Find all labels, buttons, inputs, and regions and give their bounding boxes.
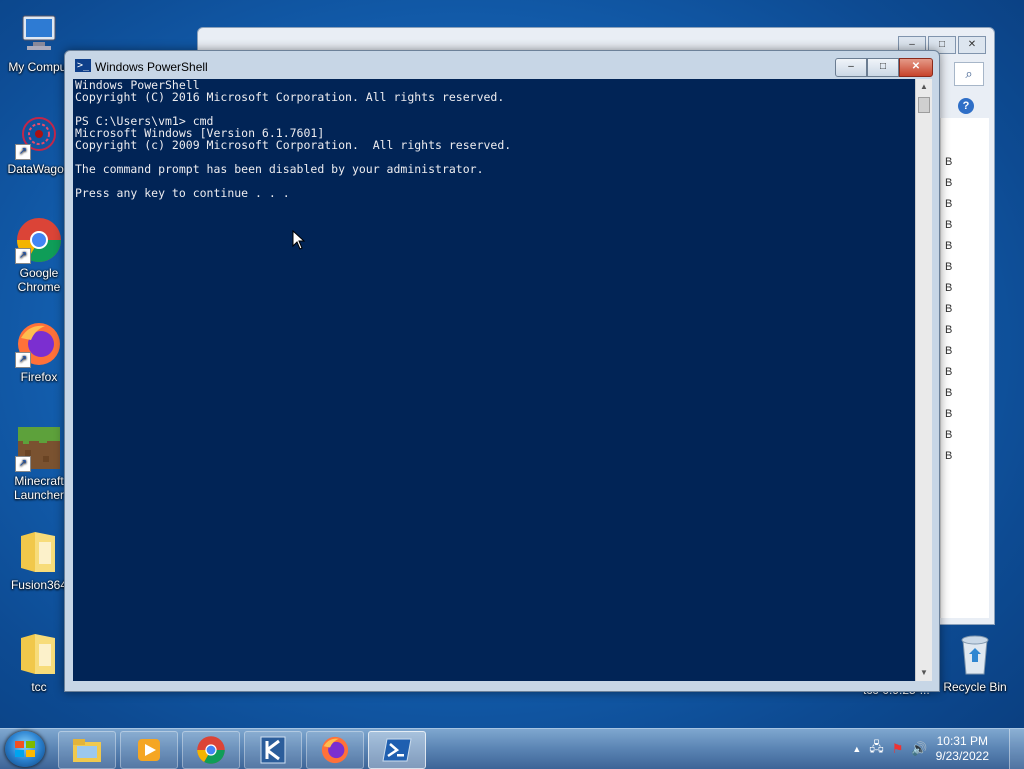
powershell-window[interactable]: >_ Windows PowerShell – □ ✕ Windows Powe…	[64, 50, 940, 692]
folder-icon	[15, 528, 63, 576]
powershell-icon	[382, 738, 412, 762]
list-item[interactable]: B	[945, 366, 952, 378]
close-button[interactable]: ✕	[899, 58, 933, 77]
scroll-thumb[interactable]	[918, 97, 930, 113]
maximize-button[interactable]: □	[867, 58, 899, 77]
computer-icon	[15, 10, 63, 58]
k-app-icon	[260, 736, 286, 764]
taskbar-powershell-button[interactable]	[368, 731, 426, 769]
clock-date: 9/23/2022	[935, 749, 989, 763]
clock[interactable]: 10:31 PM 9/23/2022	[936, 734, 989, 764]
network-icon[interactable]: 🖧	[869, 738, 884, 760]
clock-time: 10:31 PM	[936, 734, 988, 748]
taskbar-kleopatra-button[interactable]	[244, 731, 302, 769]
list-item[interactable]: B	[945, 177, 952, 189]
vertical-scrollbar[interactable]: ▲ ▼	[915, 79, 932, 681]
console-line: Copyright (c) 2009 Microsoft Corporation…	[75, 138, 512, 152]
taskbar-media-player-button[interactable]	[120, 731, 178, 769]
folder-icon	[15, 630, 63, 678]
list-item[interactable]: B	[945, 450, 952, 462]
datawagon-icon: ↗	[15, 112, 63, 160]
window-title: Windows PowerShell	[95, 60, 208, 74]
close-button[interactable]: ✕	[958, 36, 986, 54]
list-item[interactable]: B	[945, 387, 952, 399]
scroll-up-button[interactable]: ▲	[916, 79, 932, 95]
minimize-button[interactable]: –	[835, 58, 867, 77]
list-item[interactable]: B	[945, 198, 952, 210]
list-item[interactable]: B	[945, 303, 952, 315]
desktop-icon-label: Minecraft Launcher	[13, 474, 65, 502]
list-item[interactable]: B	[945, 156, 952, 168]
desktop-icon-label: Firefox	[20, 370, 58, 384]
taskbar-firefox-button[interactable]	[306, 731, 364, 769]
shortcut-arrow-icon: ↗	[15, 456, 31, 472]
minecraft-icon: ↗	[15, 424, 63, 472]
file-list-column: BBBBBBBBBBBBBBB	[940, 118, 989, 618]
mouse-cursor-icon	[292, 230, 306, 250]
system-tray: ▲ 🖧 ⚑ 🔊 10:31 PM 9/23/2022	[852, 729, 1024, 769]
list-item[interactable]: B	[945, 324, 952, 336]
help-icon[interactable]: ?	[958, 98, 974, 114]
console-line: Press any key to continue . . .	[75, 186, 290, 200]
show-desktop-button[interactable]	[1009, 729, 1024, 769]
desktop-icon-label: Fusion364	[10, 578, 68, 592]
chrome-icon: ↗	[15, 216, 63, 264]
console-line: The command prompt has been disabled by …	[75, 162, 484, 176]
window-caption-buttons: – □ ✕	[835, 58, 933, 77]
list-item[interactable]: B	[945, 282, 952, 294]
shortcut-arrow-icon: ↗	[15, 352, 31, 368]
list-item[interactable]: B	[945, 219, 952, 231]
folder-icon	[73, 739, 101, 762]
taskbar: ▲ 🖧 ⚑ 🔊 10:31 PM 9/23/2022	[0, 728, 1024, 769]
firefox-icon: ↗	[15, 320, 63, 368]
windows-logo-icon	[15, 741, 35, 757]
chrome-icon	[197, 736, 225, 764]
desktop-icon-recycle-bin[interactable]: Recycle Bin	[936, 630, 1014, 694]
taskbar-explorer-button[interactable]	[58, 731, 116, 769]
shortcut-arrow-icon: ↗	[15, 144, 31, 160]
desktop-icon-label: DataWagon	[7, 162, 71, 176]
media-player-icon	[138, 739, 160, 761]
desktop-icon-label: Google Chrome	[17, 266, 61, 294]
window-titlebar[interactable]: >_ Windows PowerShell – □ ✕	[65, 51, 939, 79]
action-center-flag-icon[interactable]: ⚑	[892, 741, 904, 757]
desktop-icon-label: My Comput	[8, 60, 70, 74]
taskbar-chrome-button[interactable]	[182, 731, 240, 769]
list-item[interactable]: B	[945, 408, 952, 420]
show-hidden-icons-icon[interactable]: ▲	[852, 744, 861, 754]
powershell-icon: >_	[75, 59, 91, 72]
start-button[interactable]	[5, 731, 45, 767]
recycle-bin-icon	[951, 630, 999, 678]
list-item[interactable]: B	[945, 240, 952, 252]
scroll-down-button[interactable]: ▼	[916, 665, 932, 681]
shortcut-arrow-icon: ↗	[15, 248, 31, 264]
console-line: Copyright (C) 2016 Microsoft Corporation…	[75, 90, 505, 104]
firefox-icon	[321, 736, 349, 764]
list-item[interactable]: B	[945, 429, 952, 441]
console-output[interactable]: Windows PowerShell Copyright (C) 2016 Mi…	[73, 79, 915, 681]
desktop-icon-label: Recycle Bin	[943, 680, 1007, 694]
search-icon[interactable]: ⌕	[954, 62, 984, 86]
desktop-icon-label: tcc	[31, 680, 47, 694]
list-item[interactable]: B	[945, 345, 952, 357]
list-item[interactable]: B	[945, 261, 952, 273]
volume-icon[interactable]: 🔊	[911, 741, 927, 757]
